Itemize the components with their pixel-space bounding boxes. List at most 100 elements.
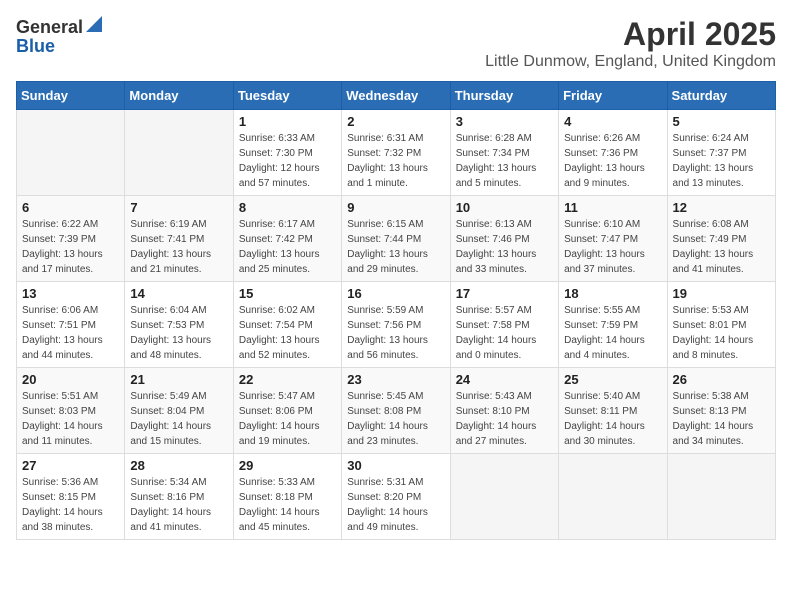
- day-info: Sunrise: 6:02 AMSunset: 7:54 PMDaylight:…: [239, 303, 336, 363]
- calendar-cell: 17 Sunrise: 5:57 AMSunset: 7:58 PMDayligh…: [450, 282, 558, 368]
- day-info: Sunrise: 6:15 AMSunset: 7:44 PMDaylight:…: [347, 217, 444, 277]
- day-info: Sunrise: 6:13 AMSunset: 7:46 PMDaylight:…: [456, 217, 553, 277]
- day-info: Sunrise: 6:17 AMSunset: 7:42 PMDaylight:…: [239, 217, 336, 277]
- day-number: 27: [22, 458, 119, 473]
- day-number: 14: [130, 286, 227, 301]
- calendar-cell: 25 Sunrise: 5:40 AMSunset: 8:11 PMDayligh…: [559, 368, 667, 454]
- day-number: 18: [564, 286, 661, 301]
- calendar-table: SundayMondayTuesdayWednesdayThursdayFrid…: [16, 81, 776, 540]
- day-info: Sunrise: 5:33 AMSunset: 8:18 PMDaylight:…: [239, 475, 336, 535]
- day-number: 28: [130, 458, 227, 473]
- day-number: 12: [673, 200, 770, 215]
- calendar-cell: 19Sunrise: 5:53 AMSunset: 8:01 PMDayligh…: [667, 282, 775, 368]
- weekday-header-wednesday: Wednesday: [342, 82, 450, 110]
- day-number: 3: [456, 114, 553, 129]
- weekday-header-saturday: Saturday: [667, 82, 775, 110]
- calendar-cell: 29 Sunrise: 5:33 AMSunset: 8:18 PMDayligh…: [233, 454, 341, 540]
- day-number: 24: [456, 372, 553, 387]
- day-info: Sunrise: 6:28 AMSunset: 7:34 PMDaylight:…: [456, 131, 553, 191]
- calendar-cell: [450, 454, 558, 540]
- day-number: 22: [239, 372, 336, 387]
- calendar-body: 1 Sunrise: 6:33 AMSunset: 7:30 PMDaylight…: [17, 110, 776, 540]
- day-info: Sunrise: 6:06 AMSunset: 7:51 PMDaylight:…: [22, 303, 119, 363]
- day-number: 17: [456, 286, 553, 301]
- calendar-cell: 18 Sunrise: 5:55 AMSunset: 7:59 PMDayligh…: [559, 282, 667, 368]
- calendar-cell: 15 Sunrise: 6:02 AMSunset: 7:54 PMDayligh…: [233, 282, 341, 368]
- day-number: 9: [347, 200, 444, 215]
- calendar-cell: 30Sunrise: 5:31 AMSunset: 8:20 PMDayligh…: [342, 454, 450, 540]
- calendar-week-row: 27 Sunrise: 5:36 AMSunset: 8:15 PMDayligh…: [17, 454, 776, 540]
- day-number: 4: [564, 114, 661, 129]
- day-info: Sunrise: 6:31 AMSunset: 7:32 PMDaylight:…: [347, 131, 444, 191]
- calendar-cell: 9 Sunrise: 6:15 AMSunset: 7:44 PMDaylight…: [342, 196, 450, 282]
- calendar-cell: 10 Sunrise: 6:13 AMSunset: 7:46 PMDayligh…: [450, 196, 558, 282]
- calendar-week-row: 6Sunrise: 6:22 AMSunset: 7:39 PMDaylight…: [17, 196, 776, 282]
- day-info: Sunrise: 5:49 AMSunset: 8:04 PMDaylight:…: [130, 389, 227, 449]
- calendar-cell: 5Sunrise: 6:24 AMSunset: 7:37 PMDaylight…: [667, 110, 775, 196]
- day-info: Sunrise: 6:10 AMSunset: 7:47 PMDaylight:…: [564, 217, 661, 277]
- day-number: 2: [347, 114, 444, 129]
- calendar-cell: 28Sunrise: 5:34 AMSunset: 8:16 PMDayligh…: [125, 454, 233, 540]
- day-number: 5: [673, 114, 770, 129]
- calendar-cell: [125, 110, 233, 196]
- day-number: 20: [22, 372, 119, 387]
- calendar-cell: 2 Sunrise: 6:31 AMSunset: 7:32 PMDaylight…: [342, 110, 450, 196]
- day-info: Sunrise: 6:26 AMSunset: 7:36 PMDaylight:…: [564, 131, 661, 191]
- calendar-cell: 20Sunrise: 5:51 AMSunset: 8:03 PMDayligh…: [17, 368, 125, 454]
- calendar-week-row: 1 Sunrise: 6:33 AMSunset: 7:30 PMDaylight…: [17, 110, 776, 196]
- day-number: 7: [130, 200, 227, 215]
- calendar-cell: 26Sunrise: 5:38 AMSunset: 8:13 PMDayligh…: [667, 368, 775, 454]
- calendar-cell: 3 Sunrise: 6:28 AMSunset: 7:34 PMDaylight…: [450, 110, 558, 196]
- calendar-header-row: SundayMondayTuesdayWednesdayThursdayFrid…: [17, 82, 776, 110]
- calendar-cell: 6Sunrise: 6:22 AMSunset: 7:39 PMDaylight…: [17, 196, 125, 282]
- calendar-cell: [667, 454, 775, 540]
- calendar-cell: 4 Sunrise: 6:26 AMSunset: 7:36 PMDaylight…: [559, 110, 667, 196]
- month-year-title: April 2025: [485, 16, 776, 53]
- day-number: 30: [347, 458, 444, 473]
- logo-icon: [86, 16, 102, 32]
- day-info: Sunrise: 6:08 AMSunset: 7:49 PMDaylight:…: [673, 217, 770, 277]
- day-info: Sunrise: 5:47 AMSunset: 8:06 PMDaylight:…: [239, 389, 336, 449]
- calendar-cell: 23Sunrise: 5:45 AMSunset: 8:08 PMDayligh…: [342, 368, 450, 454]
- weekday-header-thursday: Thursday: [450, 82, 558, 110]
- calendar-cell: [559, 454, 667, 540]
- calendar-cell: 16Sunrise: 5:59 AMSunset: 7:56 PMDayligh…: [342, 282, 450, 368]
- day-number: 11: [564, 200, 661, 215]
- day-number: 23: [347, 372, 444, 387]
- day-info: Sunrise: 6:04 AMSunset: 7:53 PMDaylight:…: [130, 303, 227, 363]
- day-info: Sunrise: 5:40 AMSunset: 8:11 PMDaylight:…: [564, 389, 661, 449]
- weekday-header-monday: Monday: [125, 82, 233, 110]
- calendar-week-row: 13 Sunrise: 6:06 AMSunset: 7:51 PMDayligh…: [17, 282, 776, 368]
- calendar-cell: 1 Sunrise: 6:33 AMSunset: 7:30 PMDaylight…: [233, 110, 341, 196]
- day-number: 13: [22, 286, 119, 301]
- day-number: 29: [239, 458, 336, 473]
- weekday-header-tuesday: Tuesday: [233, 82, 341, 110]
- calendar-cell: 27 Sunrise: 5:36 AMSunset: 8:15 PMDayligh…: [17, 454, 125, 540]
- day-number: 25: [564, 372, 661, 387]
- day-number: 15: [239, 286, 336, 301]
- calendar-cell: 7Sunrise: 6:19 AMSunset: 7:41 PMDaylight…: [125, 196, 233, 282]
- day-info: Sunrise: 6:33 AMSunset: 7:30 PMDaylight:…: [239, 131, 336, 191]
- day-number: 6: [22, 200, 119, 215]
- calendar-cell: 14 Sunrise: 6:04 AMSunset: 7:53 PMDayligh…: [125, 282, 233, 368]
- day-info: Sunrise: 5:36 AMSunset: 8:15 PMDaylight:…: [22, 475, 119, 535]
- day-info: Sunrise: 5:55 AMSunset: 7:59 PMDaylight:…: [564, 303, 661, 363]
- day-info: Sunrise: 5:59 AMSunset: 7:56 PMDaylight:…: [347, 303, 444, 363]
- calendar-cell: 11 Sunrise: 6:10 AMSunset: 7:47 PMDayligh…: [559, 196, 667, 282]
- weekday-header-friday: Friday: [559, 82, 667, 110]
- calendar-cell: 12 Sunrise: 6:08 AMSunset: 7:49 PMDayligh…: [667, 196, 775, 282]
- day-number: 1: [239, 114, 336, 129]
- location-subtitle: Little Dunmow, England, United Kingdom: [485, 53, 776, 71]
- logo-blue-text: Blue: [16, 36, 55, 56]
- day-number: 21: [130, 372, 227, 387]
- title-area: April 2025 Little Dunmow, England, Unite…: [485, 16, 776, 71]
- calendar-cell: 22 Sunrise: 5:47 AMSunset: 8:06 PMDayligh…: [233, 368, 341, 454]
- day-info: Sunrise: 5:38 AMSunset: 8:13 PMDaylight:…: [673, 389, 770, 449]
- day-info: Sunrise: 5:53 AMSunset: 8:01 PMDaylight:…: [673, 303, 770, 363]
- day-info: Sunrise: 5:43 AMSunset: 8:10 PMDaylight:…: [456, 389, 553, 449]
- calendar-week-row: 20Sunrise: 5:51 AMSunset: 8:03 PMDayligh…: [17, 368, 776, 454]
- logo: General Blue: [16, 16, 102, 57]
- calendar-cell: 13 Sunrise: 6:06 AMSunset: 7:51 PMDayligh…: [17, 282, 125, 368]
- day-info: Sunrise: 5:57 AMSunset: 7:58 PMDaylight:…: [456, 303, 553, 363]
- day-number: 10: [456, 200, 553, 215]
